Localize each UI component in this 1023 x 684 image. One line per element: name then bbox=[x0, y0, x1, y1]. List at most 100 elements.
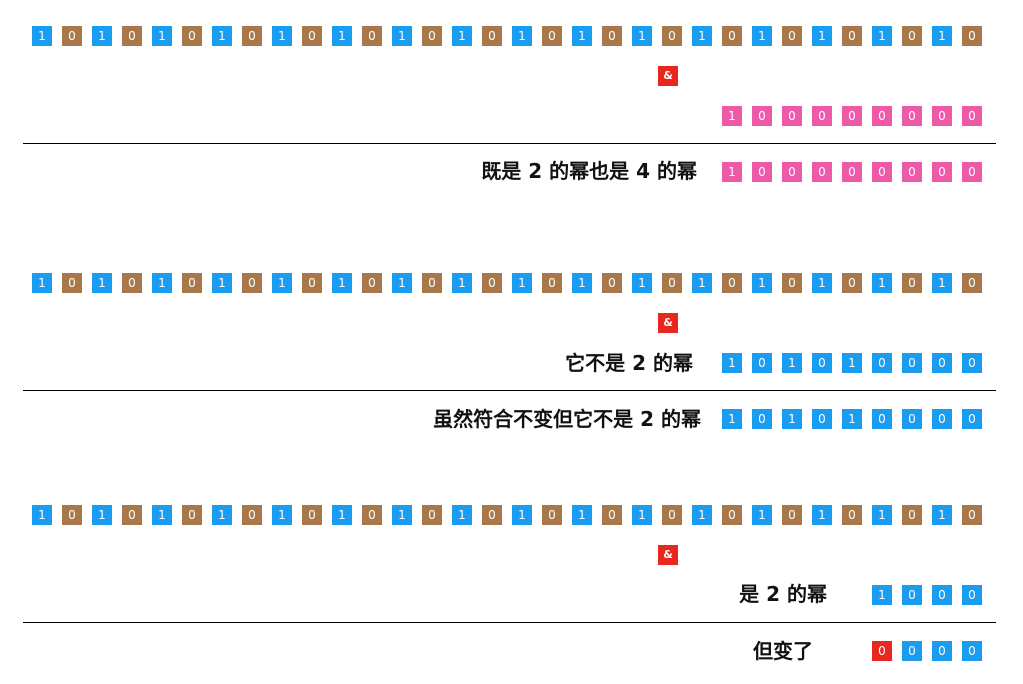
bit-row-1-mask: 100000000 bbox=[0, 106, 1023, 126]
bit-cell: 0 bbox=[902, 162, 922, 182]
bit-cell: 0 bbox=[662, 26, 682, 46]
bit-row-2-mask: 101010000 bbox=[0, 353, 1023, 373]
bit-cell: 0 bbox=[932, 106, 952, 126]
bit-cell: 0 bbox=[902, 353, 922, 373]
bit-cell: 0 bbox=[932, 409, 952, 429]
bit-cell: 0 bbox=[812, 162, 832, 182]
bit-row-3-top: 10101010101010101010101010101010 bbox=[0, 505, 1023, 525]
bit-cell: 0 bbox=[602, 26, 622, 46]
bit-cell: 0 bbox=[662, 273, 682, 293]
bit-cell: 0 bbox=[902, 505, 922, 525]
bit-cell: 0 bbox=[542, 505, 562, 525]
bit-cell: 0 bbox=[182, 26, 202, 46]
bit-cell: 1 bbox=[32, 505, 52, 525]
bit-cell: 0 bbox=[812, 409, 832, 429]
bit-cell: 0 bbox=[842, 505, 862, 525]
bit-cell: 0 bbox=[782, 26, 802, 46]
bit-row-1-top: 10101010101010101010101010101010 bbox=[0, 26, 1023, 46]
bit-cell: 1 bbox=[782, 353, 802, 373]
divider-3 bbox=[23, 622, 996, 623]
bit-cell: 1 bbox=[812, 26, 832, 46]
bit-cell: 1 bbox=[752, 505, 772, 525]
bit-cell: 1 bbox=[512, 26, 532, 46]
bit-cell: 0 bbox=[842, 162, 862, 182]
bit-cell: 1 bbox=[212, 26, 232, 46]
bit-cell: 0 bbox=[482, 26, 502, 46]
bit-cell: 1 bbox=[512, 505, 532, 525]
bit-cell: 0 bbox=[962, 162, 982, 182]
bit-cell: 1 bbox=[452, 26, 472, 46]
bit-cell: 1 bbox=[332, 505, 352, 525]
bit-cell: 1 bbox=[932, 26, 952, 46]
bit-cell: 1 bbox=[842, 353, 862, 373]
bit-cell: 0 bbox=[542, 26, 562, 46]
bit-cell: 1 bbox=[692, 273, 712, 293]
bit-cell: 1 bbox=[392, 273, 412, 293]
bit-cell: 0 bbox=[422, 273, 442, 293]
bit-cell: 1 bbox=[692, 505, 712, 525]
bit-cell: 0 bbox=[842, 26, 862, 46]
bit-cell: 0 bbox=[962, 505, 982, 525]
bit-cell: 1 bbox=[452, 505, 472, 525]
bit-cell: 0 bbox=[662, 505, 682, 525]
bit-cell: 0 bbox=[62, 273, 82, 293]
bit-cell: 0 bbox=[302, 273, 322, 293]
bit-cell: 0 bbox=[122, 505, 142, 525]
and-operator-3: & bbox=[658, 545, 678, 565]
bit-cell: 1 bbox=[722, 353, 742, 373]
and-operator-1: & bbox=[658, 66, 678, 86]
bit-cell: 0 bbox=[842, 106, 862, 126]
bit-cell: 0 bbox=[422, 26, 442, 46]
bit-cell: 1 bbox=[272, 273, 292, 293]
divider-2 bbox=[23, 390, 996, 391]
bit-cell: 0 bbox=[242, 505, 262, 525]
bit-cell: 1 bbox=[332, 273, 352, 293]
bit-row-3-result: 0000 bbox=[0, 641, 1023, 661]
bit-cell: 1 bbox=[722, 162, 742, 182]
bit-cell: 0 bbox=[902, 26, 922, 46]
bit-cell: 0 bbox=[422, 505, 442, 525]
bit-cell: 0 bbox=[782, 505, 802, 525]
bit-cell: 1 bbox=[632, 26, 652, 46]
bit-cell: 1 bbox=[212, 505, 232, 525]
bit-cell: 0 bbox=[902, 641, 922, 661]
bit-row-2-top: 10101010101010101010101010101010 bbox=[0, 273, 1023, 293]
bit-cell: 1 bbox=[572, 505, 592, 525]
bit-cell: 1 bbox=[392, 505, 412, 525]
bit-cell: 1 bbox=[722, 409, 742, 429]
bit-cell: 0 bbox=[872, 106, 892, 126]
bit-cell: 0 bbox=[242, 26, 262, 46]
bit-cell: 0 bbox=[722, 505, 742, 525]
bit-cell: 0 bbox=[242, 273, 262, 293]
bit-cell: 1 bbox=[632, 273, 652, 293]
and-operator-2: & bbox=[658, 313, 678, 333]
bit-cell: 1 bbox=[752, 26, 772, 46]
bit-cell: 1 bbox=[152, 505, 172, 525]
bit-cell: 1 bbox=[512, 273, 532, 293]
bit-cell: 1 bbox=[632, 505, 652, 525]
bit-cell: 0 bbox=[482, 505, 502, 525]
bit-cell: 1 bbox=[692, 26, 712, 46]
bit-cell: 1 bbox=[872, 585, 892, 605]
bit-cell: 1 bbox=[272, 26, 292, 46]
bit-cell: 0 bbox=[932, 353, 952, 373]
bit-cell: 0 bbox=[542, 273, 562, 293]
bit-cell: 0 bbox=[302, 505, 322, 525]
bit-cell: 1 bbox=[872, 505, 892, 525]
bit-cell: 0 bbox=[962, 26, 982, 46]
bit-cell: 1 bbox=[572, 273, 592, 293]
bit-cell: 1 bbox=[92, 26, 112, 46]
bit-cell: 0 bbox=[902, 273, 922, 293]
bit-row-2-result: 101010000 bbox=[0, 409, 1023, 429]
bit-cell: 0 bbox=[62, 26, 82, 46]
bit-cell: 0 bbox=[362, 273, 382, 293]
bit-cell: 0 bbox=[932, 641, 952, 661]
bit-cell: 1 bbox=[32, 273, 52, 293]
bit-cell: 0 bbox=[962, 353, 982, 373]
bit-cell: 1 bbox=[392, 26, 412, 46]
bit-cell: 0 bbox=[812, 106, 832, 126]
bit-cell: 0 bbox=[62, 505, 82, 525]
bit-cell: 0 bbox=[302, 26, 322, 46]
bit-cell: 0 bbox=[842, 273, 862, 293]
bit-cell: 1 bbox=[842, 409, 862, 429]
